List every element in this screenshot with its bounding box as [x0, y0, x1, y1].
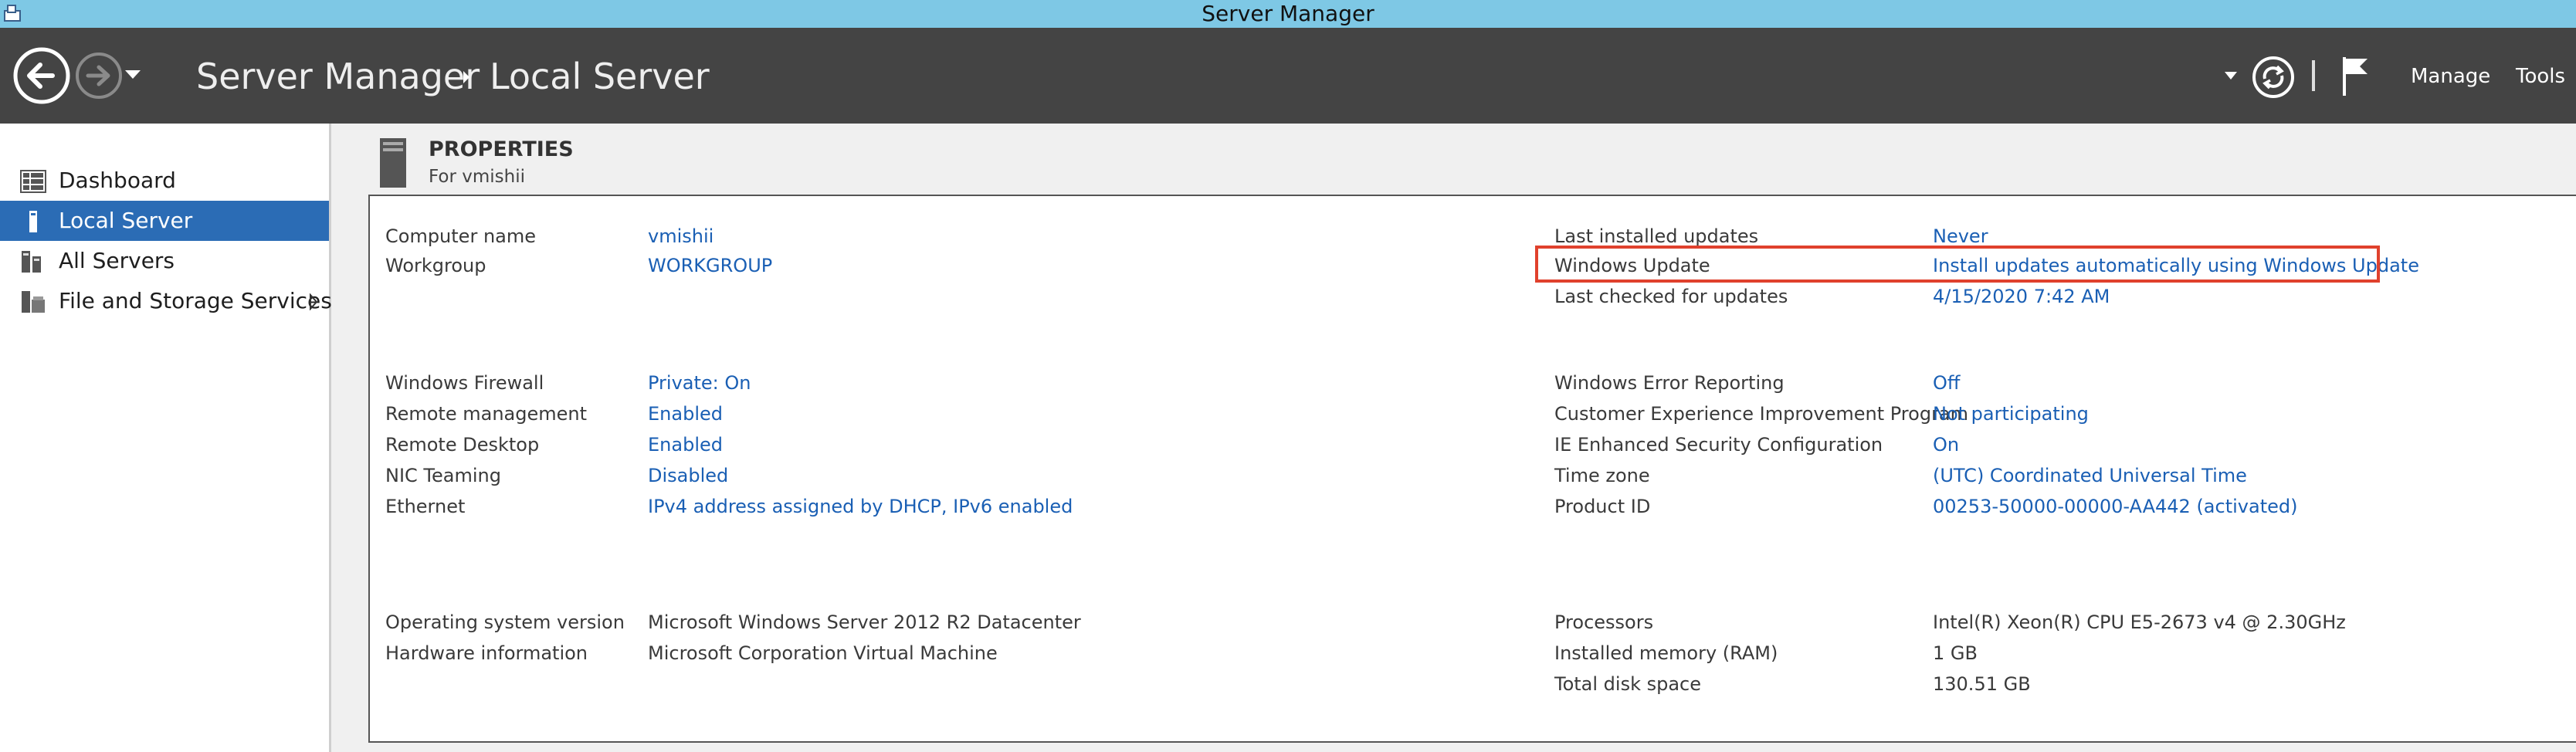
history-dropdown-icon[interactable] — [124, 68, 142, 80]
last-checked-label: Last checked for updates — [1554, 286, 1788, 307]
hardware-info-value: Microsoft Corporation Virtual Machine — [648, 642, 998, 664]
sidebar-item-all-servers[interactable]: All Servers — [0, 241, 329, 281]
properties-subtitle: For vmishii — [429, 167, 525, 187]
ethernet-link[interactable]: IPv4 address assigned by DHCP, IPv6 enab… — [648, 493, 1073, 520]
sidebar-item-dashboard[interactable]: Dashboard — [0, 161, 329, 201]
windows-firewall-link[interactable]: Private: On — [648, 369, 751, 397]
error-reporting-label: Windows Error Reporting — [1554, 372, 1785, 394]
storage-icon — [22, 291, 45, 313]
hardware-info-label: Hardware information — [385, 642, 588, 664]
workgroup-label: Workgroup — [385, 255, 486, 276]
sidebar-item-label: All Servers — [59, 248, 175, 273]
remote-management-label: Remote management — [385, 403, 587, 425]
memory-label: Installed memory (RAM) — [1554, 642, 1778, 664]
dashboard-icon — [20, 170, 46, 193]
workgroup-link[interactable]: WORKGROUP — [648, 252, 772, 279]
server-icon — [29, 211, 37, 232]
disk-space-label: Total disk space — [1554, 673, 1702, 695]
header-divider — [2312, 60, 2315, 91]
ie-esc-label: IE Enhanced Security Configuration — [1554, 434, 1883, 456]
time-zone-label: Time zone — [1554, 465, 1650, 486]
nic-teaming-label: NIC Teaming — [385, 465, 501, 486]
processors-label: Processors — [1554, 611, 1654, 633]
computer-name-label: Computer name — [385, 225, 536, 247]
breadcrumb-root[interactable]: Server Manager — [196, 56, 480, 97]
ethernet-label: Ethernet — [385, 496, 466, 517]
ceip-link[interactable]: Not participating — [1933, 400, 2089, 428]
computer-name-link[interactable]: vmishii — [648, 222, 713, 250]
windows-update-highlight-box — [1535, 246, 2380, 283]
breadcrumb-separator-icon — [463, 71, 469, 83]
back-button[interactable] — [12, 46, 71, 105]
properties-title: PROPERTIES — [429, 137, 574, 161]
server-tower-icon — [380, 138, 406, 188]
memory-value: 1 GB — [1933, 642, 1978, 664]
sidebar-item-label: Local Server — [59, 208, 193, 233]
ie-esc-link[interactable]: On — [1933, 431, 1959, 459]
breadcrumb-current: Local Server — [490, 56, 710, 97]
sidebar-item-local-server[interactable]: Local Server — [0, 201, 329, 241]
remote-desktop-label: Remote Desktop — [385, 434, 540, 456]
manage-menu[interactable]: Manage — [2411, 65, 2490, 88]
main-content: PROPERTIES For vmishii Computer name vmi… — [331, 124, 2576, 752]
os-version-value: Microsoft Windows Server 2012 R2 Datacen… — [648, 611, 1081, 633]
disk-space-value: 130.51 GB — [1933, 673, 2031, 695]
product-id-label: Product ID — [1554, 496, 1651, 517]
tools-menu[interactable]: Tools — [2516, 65, 2565, 88]
refresh-icon[interactable] — [2252, 56, 2295, 99]
title-bar: Server Manager — [0, 0, 2576, 28]
sidebar-item-label: File and Storage Services — [59, 288, 332, 313]
remote-desktop-link[interactable]: Enabled — [648, 431, 723, 459]
error-reporting-link[interactable]: Off — [1933, 369, 1960, 397]
nic-teaming-link[interactable]: Disabled — [648, 462, 728, 489]
last-checked-link[interactable]: 4/15/2020 7:42 AM — [1933, 283, 2110, 310]
notifications-dropdown-icon[interactable] — [2224, 71, 2238, 80]
expand-arrow-icon[interactable] — [309, 293, 318, 310]
window-title: Server Manager — [1202, 1, 1374, 26]
sidebar-item-label: Dashboard — [59, 168, 176, 193]
sidebar: Dashboard Local Server All Servers File … — [0, 124, 332, 752]
notifications-flag-icon[interactable] — [2340, 54, 2371, 97]
windows-firewall-label: Windows Firewall — [385, 372, 544, 394]
os-version-label: Operating system version — [385, 611, 625, 633]
forward-button[interactable] — [74, 51, 124, 100]
servers-icon — [22, 251, 41, 273]
ceip-label: Customer Experience Improvement Program — [1554, 403, 1969, 425]
sidebar-item-file-storage[interactable]: File and Storage Services — [0, 281, 332, 321]
processors-value: Intel(R) Xeon(R) CPU E5-2673 v4 @ 2.30GH… — [1933, 611, 2346, 633]
time-zone-link[interactable]: (UTC) Coordinated Universal Time — [1933, 462, 2247, 489]
remote-management-link[interactable]: Enabled — [648, 400, 723, 428]
product-id-link[interactable]: 00253-50000-00000-AA442 (activated) — [1933, 493, 2297, 520]
header-bar: Server Manager Local Server Manage Tools — [0, 28, 2576, 124]
